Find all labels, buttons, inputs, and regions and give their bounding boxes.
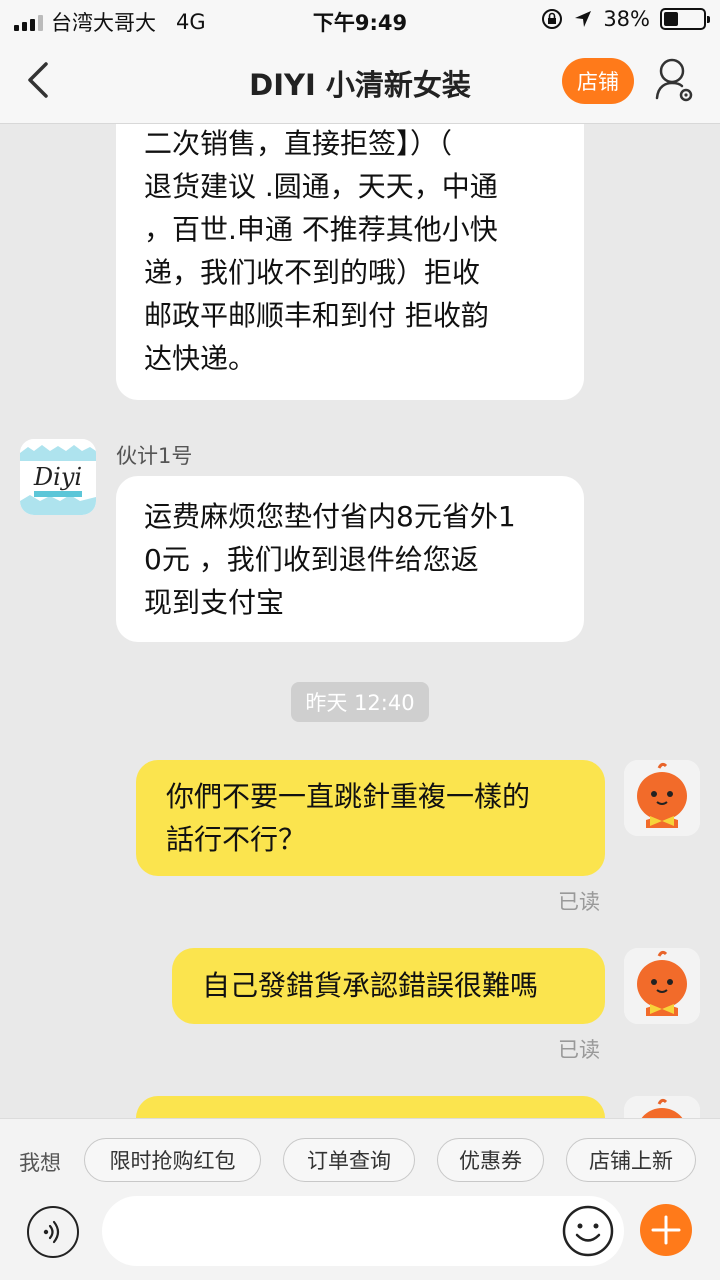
message-line: 邮政平邮顺丰和到付 拒收韵 xyxy=(144,299,489,332)
chat-timestamp: 昨天 12:40 xyxy=(291,682,429,722)
status-right: 38% xyxy=(541,7,710,31)
my-message-bubble[interactable] xyxy=(136,1096,605,1118)
user-settings-icon[interactable] xyxy=(654,56,696,104)
message-line: 现到支付宝 xyxy=(144,586,285,619)
orange-mascot-icon xyxy=(624,1096,700,1118)
read-receipt: 已读 xyxy=(558,1038,600,1062)
message-line: 自己發錯貨承認錯誤很難嗎 xyxy=(202,969,539,1002)
message-line: 运费麻烦您垫付省内8元省外1 xyxy=(144,500,516,533)
chip-coupon[interactable]: 优惠券 xyxy=(437,1138,544,1182)
orientation-lock-icon xyxy=(542,9,563,29)
message-line: 你們不要一直跳針重複一樣的 xyxy=(166,780,531,813)
svg-text:Diyi: Diyi xyxy=(33,463,82,491)
message-line: 話行不行？ xyxy=(166,823,307,856)
diyi-logo-icon: Diyi xyxy=(20,439,96,515)
shop-message-bubble[interactable]: 二次销售，直接拒签】）（ 退货建议 .圆通，天天，中通 ，百世.申通 不推荐其他… xyxy=(116,124,584,400)
battery-icon xyxy=(660,8,710,30)
my-message-bubble[interactable]: 你們不要一直跳針重複一樣的 話行不行？ xyxy=(136,760,605,876)
orange-mascot-icon xyxy=(624,948,700,1024)
plus-icon xyxy=(651,1215,681,1245)
read-receipt: 已读 xyxy=(558,890,600,914)
message-line: 达快递。 xyxy=(144,342,257,375)
user-avatar[interactable] xyxy=(624,1096,700,1118)
shop-message-bubble[interactable]: 运费麻烦您垫付省内8元省外1 0元 ，我们收到退件给您返 现到支付宝 xyxy=(116,476,584,642)
more-actions-button[interactable] xyxy=(640,1204,692,1256)
message-line: 递，我们收不到的哦）拒收 xyxy=(144,256,481,289)
message-line: 0元 ，我们收到退件给您返 xyxy=(144,543,479,576)
user-avatar[interactable] xyxy=(624,948,700,1024)
shop-button[interactable]: 店铺 xyxy=(562,58,634,104)
chat-area[interactable]: 二次销售，直接拒签】）（ 退货建议 .圆通，天天，中通 ，百世.申通 不推荐其他… xyxy=(0,124,720,1118)
quick-reply-label: 我想 xyxy=(19,1151,61,1175)
shop-avatar[interactable]: Diyi xyxy=(20,439,96,515)
message-input[interactable] xyxy=(102,1196,624,1266)
user-avatar[interactable] xyxy=(624,760,700,836)
message-line: 退货建议 .圆通，天天，中通 xyxy=(144,170,498,203)
input-bar xyxy=(0,1196,720,1280)
message-line: ，百世.申通 不推荐其他小快 xyxy=(144,213,498,246)
nav-bar: DIYI 小清新女装 店铺 xyxy=(0,40,720,124)
voice-input-button[interactable] xyxy=(27,1206,79,1258)
message-line: 二次销售，直接拒签】）（ xyxy=(144,127,453,160)
battery-percent: 38% xyxy=(603,7,650,31)
emoji-icon[interactable] xyxy=(561,1204,615,1258)
location-icon xyxy=(575,11,592,27)
chip-flash-sale-red-packet[interactable]: 限时抢购红包 xyxy=(84,1138,261,1182)
chip-new-arrivals[interactable]: 店铺上新 xyxy=(566,1138,696,1182)
my-message-bubble[interactable]: 自己發錯貨承認錯誤很難嗎 xyxy=(172,948,605,1024)
sender-name: 伙计1号 xyxy=(116,444,193,468)
status-bar: 台湾大哥大 4G 下午9:49 38% xyxy=(0,0,720,40)
chip-order-query[interactable]: 订单查询 xyxy=(283,1138,415,1182)
orange-mascot-icon xyxy=(624,760,700,836)
quick-reply-bar: 我想 限时抢购红包 订单查询 优惠券 店铺上新 xyxy=(0,1118,720,1200)
voice-icon xyxy=(43,1220,60,1244)
